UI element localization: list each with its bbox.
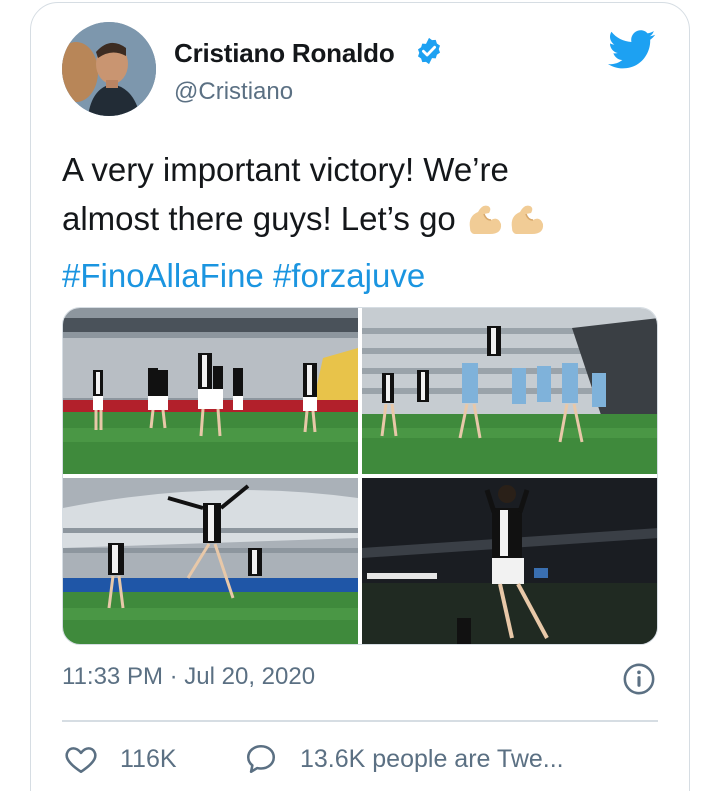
verified-badge-icon (418, 37, 440, 65)
tweet-text: A very important victory! We’re almost t… (62, 145, 662, 300)
twitter-bird-icon[interactable] (608, 30, 656, 70)
hashtags[interactable]: #FinoAllaFine #forzajuve (62, 251, 662, 300)
like-button[interactable]: 116K (64, 742, 177, 776)
photo-night-reaction[interactable] (362, 478, 657, 644)
people-tweeting-text: 13.6K people are Twe... (300, 744, 564, 773)
tweet-text-line-2-words: almost there guys! Let’s go (62, 200, 456, 237)
photo-header-challenge[interactable] (362, 308, 657, 474)
flexed-biceps-emoji (469, 205, 501, 234)
tweet-timestamp[interactable]: 11:33 PM · Jul 20, 2020 (62, 663, 315, 691)
info-icon[interactable] (622, 662, 656, 696)
flexed-biceps-emoji (511, 205, 543, 234)
photo-running-celebration[interactable] (63, 478, 358, 644)
photo-4-image (362, 478, 657, 644)
author-handle[interactable]: @Cristiano (174, 78, 293, 106)
author-name[interactable]: Cristiano Ronaldo (174, 38, 395, 69)
like-count: 116K (120, 744, 177, 773)
heart-icon (65, 747, 97, 774)
people-tweeting-button[interactable]: 13.6K people are Twe... (244, 742, 564, 776)
divider (62, 720, 658, 722)
photo-2-image (362, 308, 657, 474)
avatar[interactable] (62, 22, 156, 116)
emoji-group (464, 198, 548, 251)
photo-celebration-group[interactable] (63, 308, 358, 474)
photo-3-image (63, 478, 358, 644)
tweet-text-line-2: almost there guys! Let’s go (62, 194, 662, 251)
media-grid (62, 307, 658, 645)
avatar-image (62, 22, 156, 116)
speech-bubble-icon (246, 744, 276, 774)
photo-1-image (63, 308, 358, 474)
tweet-text-line-1: A very important victory! We’re (62, 151, 509, 188)
